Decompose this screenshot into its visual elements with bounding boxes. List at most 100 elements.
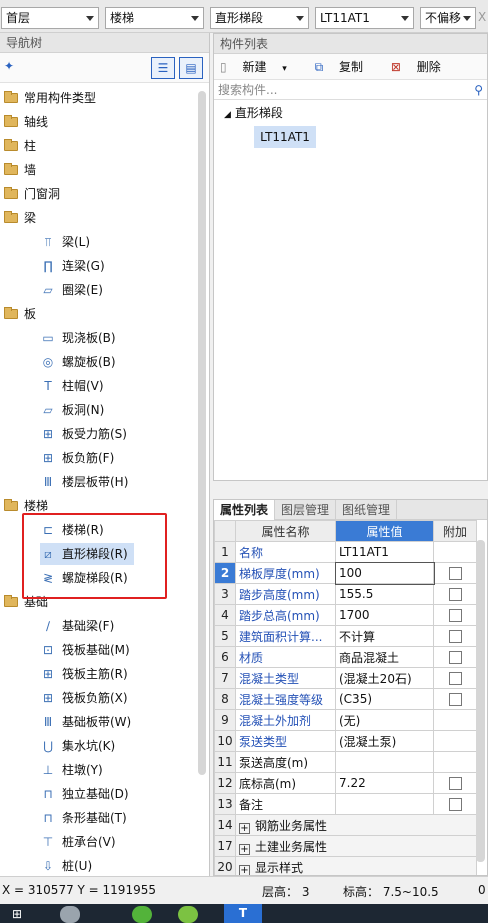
property-row[interactable]: 20 + 显示样式 bbox=[214, 856, 477, 875]
property-row[interactable]: 9 混凝土外加剂 (无) bbox=[214, 709, 477, 731]
nav-category[interactable]: 轴线 bbox=[4, 111, 48, 133]
nav-item[interactable]: ⊞ 板受力筋(S) bbox=[40, 423, 133, 445]
expand-icon[interactable]: + bbox=[239, 843, 250, 855]
property-row[interactable]: 10 泵送类型 (混凝土泵) bbox=[214, 730, 477, 752]
nav-category[interactable]: 梁 bbox=[4, 207, 36, 229]
nav-item[interactable]: ⇩ 桩(U) bbox=[40, 855, 98, 876]
copy-button[interactable]: ⧉ 复制 bbox=[315, 60, 375, 74]
nav-category[interactable]: 常用构件类型 bbox=[4, 87, 96, 109]
app-icon[interactable] bbox=[132, 906, 152, 923]
nav-item[interactable]: ▱ 板洞(N) bbox=[40, 399, 110, 421]
extra-checkbox[interactable] bbox=[448, 630, 462, 643]
property-row[interactable]: 7 混凝土类型 (混凝土20石) bbox=[214, 667, 477, 689]
property-row[interactable]: 4 踏步总高(mm) 1700 bbox=[214, 604, 477, 626]
chat-icon[interactable] bbox=[178, 906, 198, 923]
nav-item[interactable]: ⊞ 筏板负筋(X) bbox=[40, 687, 134, 709]
nav-scrollbar[interactable] bbox=[198, 91, 206, 775]
property-value[interactable]: 100 bbox=[334, 561, 435, 585]
tab-property-list[interactable]: 属性列表 bbox=[214, 500, 276, 520]
property-row[interactable]: 13 备注 bbox=[214, 793, 477, 815]
expand-icon[interactable]: + bbox=[239, 864, 250, 875]
nav-category[interactable]: 墙 bbox=[4, 159, 36, 181]
nav-category[interactable]: 柱 bbox=[4, 135, 36, 157]
extra-checkbox[interactable] bbox=[448, 609, 462, 622]
property-group[interactable]: + 显示样式 bbox=[235, 856, 477, 875]
property-row[interactable]: 1 名称 LT11AT1 bbox=[214, 541, 477, 563]
nav-category[interactable]: 板 bbox=[4, 303, 36, 325]
property-row[interactable]: 11 泵送高度(m) bbox=[214, 751, 477, 773]
property-value[interactable]: (混凝土20石) bbox=[335, 667, 434, 689]
nav-item[interactable]: T 柱帽(V) bbox=[40, 375, 110, 397]
component-search[interactable]: 搜索构件... ⚲ bbox=[214, 80, 487, 100]
detail-view-icon[interactable]: ▤ bbox=[179, 57, 203, 79]
extra-checkbox[interactable] bbox=[448, 693, 462, 706]
glodon-app-icon[interactable]: T bbox=[224, 904, 262, 923]
nav-item[interactable]: ∕ 基础梁(F) bbox=[40, 615, 120, 637]
collapse-icon[interactable]: ◢ bbox=[224, 110, 231, 120]
nav-item[interactable]: ∏ 连梁(G) bbox=[40, 255, 111, 277]
tab-layer-manager[interactable]: 图层管理 bbox=[275, 500, 337, 520]
search-icon[interactable]: ⚲ bbox=[474, 80, 483, 100]
new-button[interactable]: ▯ 新建 ▾ bbox=[220, 60, 299, 74]
browser-icon[interactable] bbox=[60, 906, 80, 923]
property-value[interactable]: LT11AT1 bbox=[335, 541, 434, 563]
nav-item[interactable]: ▱ 圈梁(E) bbox=[40, 279, 109, 301]
nav-item[interactable]: ◎ 螺旋板(B) bbox=[40, 351, 122, 373]
nav-item[interactable]: ⊞ 板负筋(F) bbox=[40, 447, 120, 469]
property-row[interactable]: 3 踏步高度(mm) 155.5 bbox=[214, 583, 477, 605]
extra-checkbox[interactable] bbox=[448, 798, 462, 811]
extra-checkbox[interactable] bbox=[448, 777, 462, 790]
close-icon[interactable]: X bbox=[478, 10, 486, 24]
extra-checkbox[interactable] bbox=[448, 567, 462, 580]
property-value[interactable]: 155.5 bbox=[335, 583, 434, 605]
nav-item[interactable]: ⊤ 桩承台(V) bbox=[40, 831, 122, 853]
property-value[interactable]: 1700 bbox=[335, 604, 434, 626]
property-value[interactable]: (无) bbox=[335, 709, 434, 731]
component-tree-parent[interactable]: ◢ 直形梯段 bbox=[224, 104, 283, 121]
nav-item[interactable]: Ⅲ 楼层板带(H) bbox=[40, 471, 134, 493]
type-select[interactable]: 楼梯 bbox=[105, 7, 204, 29]
property-value[interactable]: 7.22 bbox=[335, 772, 434, 794]
nav-item[interactable]: ⊓ 条形基础(T) bbox=[40, 807, 133, 829]
offset-select[interactable]: 不偏移 bbox=[420, 7, 476, 29]
component-tree-child[interactable]: LT11AT1 bbox=[254, 126, 316, 148]
property-value[interactable]: (混凝土泵) bbox=[335, 730, 434, 752]
add-icon[interactable]: ✦ bbox=[4, 59, 14, 73]
floor-select[interactable]: 首层 bbox=[1, 7, 99, 29]
nav-item[interactable]: ⋃ 集水坑(K) bbox=[40, 735, 121, 757]
expand-icon[interactable]: + bbox=[239, 822, 250, 834]
list-view-icon[interactable]: ☰ bbox=[151, 57, 175, 79]
tab-drawing-manager[interactable]: 图纸管理 bbox=[336, 500, 398, 520]
subtype-select[interactable]: 直形梯段 bbox=[210, 7, 309, 29]
property-row[interactable]: 8 混凝土强度等级 (C35) bbox=[214, 688, 477, 710]
extra-checkbox[interactable] bbox=[448, 672, 462, 685]
nav-category[interactable]: 门窗洞 bbox=[4, 183, 60, 205]
property-value[interactable]: 商品混凝土 bbox=[335, 646, 434, 668]
property-row[interactable]: 14 + 钢筋业务属性 bbox=[214, 814, 477, 836]
nav-item[interactable]: ▭ 现浇板(B) bbox=[40, 327, 122, 349]
nav-item[interactable]: ⊡ 筏板基础(M) bbox=[40, 639, 136, 661]
nav-item[interactable]: ⊥ 柱墩(Y) bbox=[40, 759, 109, 781]
extra-checkbox[interactable] bbox=[448, 588, 462, 601]
delete-button[interactable]: ⊠ 删除 bbox=[391, 60, 453, 74]
nav-item[interactable]: ⊓ 独立基础(D) bbox=[40, 783, 135, 805]
property-row[interactable]: 17 + 土建业务属性 bbox=[214, 835, 477, 857]
nav-item[interactable]: Ⅲ 基础板带(W) bbox=[40, 711, 137, 733]
property-scrollbar[interactable] bbox=[476, 540, 485, 862]
windows-start-icon[interactable]: ⊞ bbox=[12, 907, 22, 921]
property-row[interactable]: 6 材质 商品混凝土 bbox=[214, 646, 477, 668]
extra-checkbox[interactable] bbox=[448, 651, 462, 664]
nav-item-label: 筏板基础(M) bbox=[62, 643, 130, 657]
nav-item[interactable]: ⫪ 梁(L) bbox=[40, 231, 96, 253]
property-row[interactable]: 2 梯板厚度(mm) 100 bbox=[214, 561, 477, 585]
property-value[interactable] bbox=[335, 793, 434, 815]
property-value[interactable]: 不计算 bbox=[335, 625, 434, 647]
property-group[interactable]: + 钢筋业务属性 bbox=[235, 814, 477, 836]
property-group[interactable]: + 土建业务属性 bbox=[235, 835, 477, 857]
property-row[interactable]: 5 建筑面积计算... 不计算 bbox=[214, 625, 477, 647]
property-row[interactable]: 12 底标高(m) 7.22 bbox=[214, 772, 477, 794]
property-value[interactable] bbox=[335, 751, 434, 773]
property-value[interactable]: (C35) bbox=[335, 688, 434, 710]
nav-item[interactable]: ⊞ 筏板主筋(R) bbox=[40, 663, 134, 685]
component-select[interactable]: LT11AT1 bbox=[315, 7, 414, 29]
